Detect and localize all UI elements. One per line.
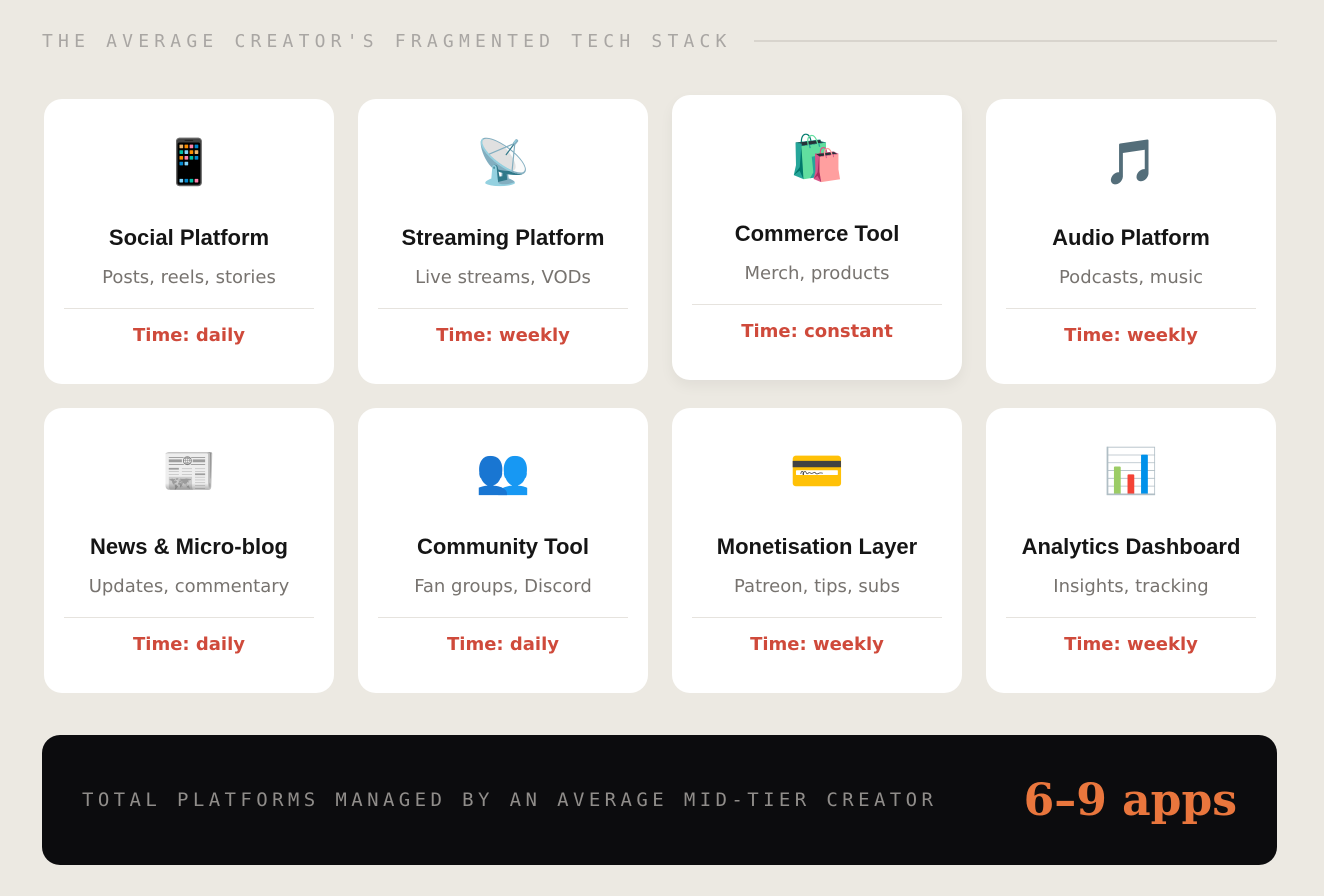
card-subtitle: Posts, reels, stories (102, 267, 276, 288)
card-time: Time: weekly (1064, 325, 1198, 346)
card-time: Time: constant (741, 321, 893, 342)
card-time: Time: weekly (1064, 634, 1198, 655)
page-header: THE AVERAGE CREATOR'S FRAGMENTED TECH ST… (42, 28, 1277, 54)
card-divider (378, 617, 628, 618)
platform-card-streaming[interactable]: 📡 Streaming Platform Live streams, VODs … (358, 99, 648, 384)
platform-card-analytics[interactable]: 📊 Analytics Dashboard Insights, tracking… (986, 408, 1276, 693)
platform-card-community[interactable]: 👥 Community Tool Fan groups, Discord Tim… (358, 408, 648, 693)
card-title: Monetisation Layer (716, 534, 918, 559)
bar-chart-icon: 📊 (1103, 446, 1159, 497)
platform-card-audio[interactable]: 🎵 Audio Platform Podcasts, music Time: w… (986, 99, 1276, 384)
card-divider (692, 617, 942, 618)
card-title: Analytics Dashboard (1021, 534, 1241, 559)
card-time: Time: daily (447, 634, 559, 655)
platform-card-monetisation[interactable]: 💳 Monetisation Layer Patreon, tips, subs… (672, 408, 962, 693)
card-subtitle: Live streams, VODs (415, 267, 591, 288)
card-time: Time: weekly (750, 634, 884, 655)
card-divider (1006, 617, 1256, 618)
shopping-bags-icon: 🛍️ (789, 133, 845, 184)
mobile-phone-icon: 📱 (161, 137, 217, 188)
card-title: Streaming Platform (401, 225, 605, 250)
card-title: Social Platform (108, 225, 270, 250)
header-divider (753, 40, 1277, 42)
platform-card-news[interactable]: 📰 News & Micro-blog Updates, commentary … (44, 408, 334, 693)
card-title: Commerce Tool (734, 221, 900, 246)
card-time: Time: daily (133, 634, 245, 655)
card-divider (1006, 308, 1256, 309)
summary-label: TOTAL PLATFORMS MANAGED BY AN AVERAGE MI… (82, 789, 938, 811)
card-subtitle: Insights, tracking (1053, 576, 1209, 597)
platform-card-commerce[interactable]: 🛍️ Commerce Tool Merch, products Time: c… (672, 95, 962, 380)
credit-card-icon: 💳 (789, 446, 845, 497)
platform-card-social[interactable]: 📱 Social Platform Posts, reels, stories … (44, 99, 334, 384)
card-time: Time: weekly (436, 325, 570, 346)
card-subtitle: Updates, commentary (88, 576, 290, 597)
music-notes-icon: 🎵 (1103, 137, 1159, 188)
card-title: Audio Platform (1052, 225, 1210, 250)
card-subtitle: Fan groups, Discord (414, 576, 592, 597)
card-title: News & Micro-blog (89, 534, 288, 559)
newspaper-icon: 📰 (161, 446, 217, 497)
card-subtitle: Merch, products (744, 263, 890, 284)
card-divider (692, 304, 942, 305)
card-divider (64, 308, 314, 309)
people-silhouette-icon: 👥 (475, 446, 531, 497)
card-subtitle: Podcasts, music (1058, 267, 1204, 288)
card-subtitle: Patreon, tips, subs (734, 576, 900, 597)
summary-value: 6–9 apps (1023, 774, 1237, 826)
satellite-dish-icon: 📡 (475, 137, 531, 188)
card-divider (378, 308, 628, 309)
summary-banner: TOTAL PLATFORMS MANAGED BY AN AVERAGE MI… (42, 735, 1277, 865)
page-title: THE AVERAGE CREATOR'S FRAGMENTED TECH ST… (42, 30, 732, 52)
card-time: Time: daily (133, 325, 245, 346)
platform-grid: 📱 Social Platform Posts, reels, stories … (44, 95, 1276, 693)
card-title: Community Tool (417, 534, 589, 559)
card-divider (64, 617, 314, 618)
